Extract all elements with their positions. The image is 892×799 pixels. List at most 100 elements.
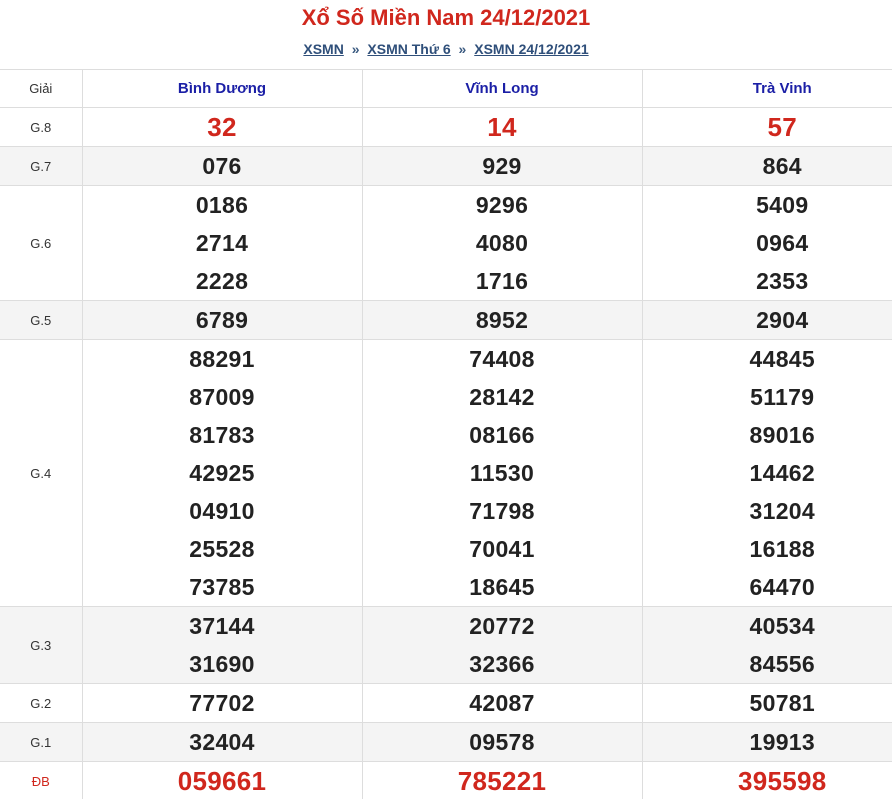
- table-header-row: Giải Bình Dương Vĩnh Long Trà Vinh: [0, 69, 892, 108]
- result-cell: 88291 87009 81783 42925 04910 25528 73785: [81, 339, 362, 607]
- prize-label: G.7: [0, 146, 82, 186]
- result-number: 28142: [469, 384, 535, 410]
- breadcrumb-link-xsmn-date[interactable]: XSMN 24/12/2021: [474, 41, 588, 57]
- result-number: 74408: [469, 346, 535, 372]
- breadcrumb-separator: »: [351, 41, 360, 57]
- breadcrumb-link-xsmn[interactable]: XSMN: [303, 41, 343, 57]
- result-number: 0186: [195, 192, 249, 218]
- result-number: 51179: [750, 384, 815, 410]
- result-number: 32: [207, 112, 237, 142]
- prize-label: G.5: [0, 300, 82, 340]
- prize-label: G.8: [0, 107, 82, 147]
- result-cell: 5409 0964 2353: [641, 185, 892, 301]
- result-number: 395598: [737, 766, 827, 796]
- prize-label: G.6: [0, 185, 82, 301]
- table-row: G.1 32404 09578 19913: [0, 722, 892, 762]
- breadcrumb-link-xsmn-thu-6[interactable]: XSMN Thứ 6: [367, 41, 450, 57]
- result-cell: 14: [361, 107, 642, 147]
- result-number: 16188: [749, 536, 815, 562]
- result-cell: 076: [81, 146, 362, 186]
- result-number: 40534: [749, 613, 815, 639]
- prize-label: G.2: [0, 683, 82, 723]
- table-row: G.3 37144 31690 20772 32366 40534 84556: [0, 606, 892, 684]
- result-number: 31690: [189, 651, 255, 677]
- result-number: 87009: [189, 384, 255, 410]
- result-cell: 929: [361, 146, 642, 186]
- table-row: G.4 88291 87009 81783 42925 04910 25528 73785 74…: [0, 339, 892, 607]
- result-number: 32366: [469, 651, 535, 677]
- result-cell: 395598: [641, 761, 892, 799]
- result-cell: 09578: [361, 722, 642, 762]
- prize-label: G.1: [0, 722, 82, 762]
- result-number: 8952: [475, 307, 529, 333]
- result-number: 81783: [189, 422, 255, 448]
- province-header[interactable]: Vĩnh Long: [361, 69, 642, 108]
- result-number: 2904: [756, 307, 809, 333]
- result-number: 14462: [749, 460, 815, 486]
- result-number: 929: [482, 153, 522, 179]
- prize-label: G.4: [0, 339, 82, 607]
- lottery-results-page: Xổ Số Miền Nam 24/12/2021 XSMN » XSMN Th…: [0, 0, 892, 799]
- prize-column-header: Giải: [0, 69, 82, 108]
- result-number: 42087: [469, 690, 535, 716]
- result-cell: 40534 84556: [641, 606, 892, 684]
- result-number: 14: [487, 112, 517, 142]
- result-number: 71798: [469, 498, 535, 524]
- result-cell: 32: [81, 107, 362, 147]
- result-cell: 57: [641, 107, 892, 147]
- breadcrumb: XSMN » XSMN Thứ 6 » XSMN 24/12/2021: [0, 39, 892, 59]
- result-cell: 44845 51179 89016 14462 31204 16188 64470: [641, 339, 892, 607]
- prize-label: G.3: [0, 606, 82, 684]
- result-number: 04910: [189, 498, 255, 524]
- result-number: 50781: [749, 690, 815, 716]
- results-body: G.8 32 14 57 G.7 076 929 864 G.6 0186 2714 2228 929 6…: [0, 107, 892, 799]
- table-row: G.2 77702 42087 50781: [0, 683, 892, 723]
- result-number: 11530: [469, 460, 535, 486]
- result-number: 37144: [189, 613, 255, 639]
- table-row: G.7 076 929 864: [0, 146, 892, 186]
- result-number: 6789: [195, 307, 249, 333]
- result-number: 059661: [177, 766, 267, 796]
- result-cell: 785221: [361, 761, 642, 799]
- result-number: 785221: [457, 766, 547, 796]
- result-number: 70041: [469, 536, 535, 562]
- result-number: 19913: [749, 729, 815, 755]
- result-number: 44845: [749, 346, 815, 372]
- result-number: 4080: [475, 230, 529, 256]
- result-number: 076: [202, 153, 242, 179]
- result-number: 1716: [475, 268, 529, 294]
- result-number: 64470: [749, 574, 815, 600]
- result-number: 57: [767, 112, 798, 142]
- result-cell: 19913: [641, 722, 892, 762]
- result-number: 31204: [749, 498, 815, 524]
- result-cell: 77702: [81, 683, 362, 723]
- result-number: 09578: [469, 729, 535, 755]
- result-number: 18645: [469, 574, 535, 600]
- result-number: 08166: [469, 422, 535, 448]
- breadcrumb-separator: »: [458, 41, 467, 57]
- result-cell: 74408 28142 08166 11530 71798 70041 18645: [361, 339, 642, 607]
- result-number: 42925: [189, 460, 255, 486]
- result-number: 73785: [189, 574, 255, 600]
- result-cell: 32404: [81, 722, 362, 762]
- result-number: 89016: [749, 422, 815, 448]
- result-number: 5409: [756, 192, 809, 218]
- result-cell: 0186 2714 2228: [81, 185, 362, 301]
- table-row: G.6 0186 2714 2228 9296 4080 1716 5409 0964 2353: [0, 185, 892, 301]
- result-number: 2353: [756, 268, 809, 294]
- result-cell: 2904: [641, 300, 892, 340]
- result-cell: 8952: [361, 300, 642, 340]
- result-cell: 37144 31690: [81, 606, 362, 684]
- result-number: 88291: [189, 346, 255, 372]
- result-number: 20772: [469, 613, 535, 639]
- province-header[interactable]: Bình Dương: [81, 69, 362, 108]
- result-cell: 50781: [641, 683, 892, 723]
- result-number: 32404: [189, 729, 255, 755]
- result-cell: 42087: [361, 683, 642, 723]
- result-cell: 6789: [81, 300, 362, 340]
- result-number: 864: [762, 153, 802, 179]
- page-title: Xổ Số Miền Nam 24/12/2021: [301, 5, 591, 30]
- table-row: G.5 6789 8952 2904: [0, 300, 892, 340]
- province-header[interactable]: Trà Vinh: [641, 69, 892, 108]
- result-cell: 9296 4080 1716: [361, 185, 642, 301]
